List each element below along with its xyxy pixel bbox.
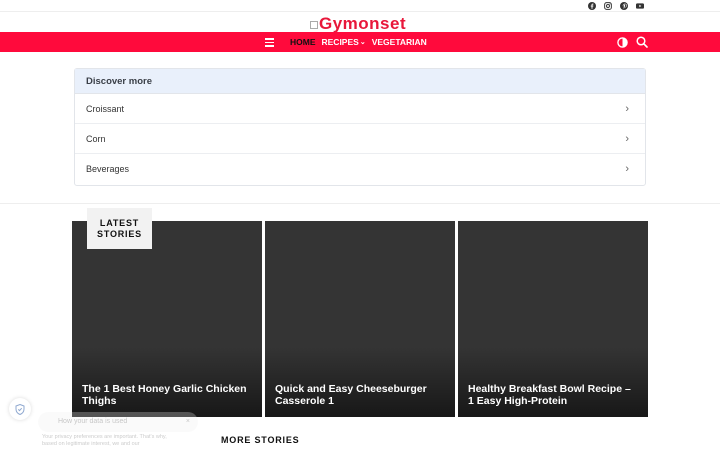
discover-item-croissant[interactable]: Croissant ›	[75, 94, 645, 124]
dark-mode-toggle-icon[interactable]	[616, 36, 628, 48]
menu-icon[interactable]	[265, 38, 274, 47]
more-stories-heading: MORE STORIES	[221, 435, 300, 445]
privacy-text: Your privacy preferences are important. …	[42, 434, 167, 447]
chevron-right-icon: ›	[625, 163, 629, 175]
logo-text: Gymonset	[319, 14, 407, 32]
story-title[interactable]: Quick and Easy Cheeseburger Casserole 1	[275, 383, 445, 407]
privacy-title: How your data is used	[38, 412, 198, 432]
discover-more-box: Discover more Croissant › Corn › Beverag…	[74, 68, 646, 186]
discover-more-title: Discover more	[75, 69, 645, 94]
discover-item-corn[interactable]: Corn ›	[75, 124, 645, 154]
chevron-down-icon: ⌄	[359, 39, 366, 46]
instagram-icon[interactable]	[604, 2, 612, 10]
discover-item-label: Croissant	[86, 103, 125, 114]
discover-item-label: Corn	[86, 133, 106, 144]
chevron-right-icon: ›	[625, 132, 629, 145]
chevron-right-icon: ›	[625, 102, 629, 115]
social-links	[588, 0, 644, 12]
section-divider	[0, 203, 720, 204]
site-logo[interactable]: Gymonset	[310, 12, 420, 32]
latest-stories-badge: LATEST STORIES	[87, 208, 152, 249]
story-title[interactable]: Healthy Breakfast Bowl Recipe – 1 Easy H…	[468, 383, 638, 407]
facebook-icon[interactable]	[588, 2, 596, 10]
discover-item-label: Beverages	[86, 164, 130, 174]
pinterest-icon[interactable]	[620, 2, 628, 10]
broken-image-icon	[310, 21, 318, 29]
nav-tools	[616, 36, 648, 48]
privacy-shield-icon[interactable]	[9, 398, 31, 420]
youtube-icon[interactable]	[636, 2, 644, 10]
nav-item-home[interactable]: HOME	[290, 37, 316, 47]
close-icon[interactable]: ×	[186, 412, 190, 432]
privacy-popup[interactable]: How your data is used × Your privacy pre…	[38, 412, 198, 452]
story-card[interactable]: The 1 Best Honey Garlic Chicken Thighs	[72, 221, 262, 417]
nav-item-recipes[interactable]: RECIPES ⌄	[322, 37, 366, 47]
discover-item-beverages[interactable]: Beverages ›	[75, 154, 645, 184]
nav-item-vegetarian[interactable]: VEGETARIAN	[372, 37, 427, 47]
story-title[interactable]: The 1 Best Honey Garlic Chicken Thighs	[82, 383, 252, 407]
search-icon[interactable]	[636, 36, 648, 48]
story-card[interactable]: Healthy Breakfast Bowl Recipe – 1 Easy H…	[458, 221, 648, 417]
top-bar	[0, 0, 720, 12]
nav-menu: HOME RECIPES ⌄ VEGETARIAN	[290, 32, 427, 52]
main-nav: HOME RECIPES ⌄ VEGETARIAN	[0, 32, 720, 52]
story-card[interactable]: Quick and Easy Cheeseburger Casserole 1	[265, 221, 455, 417]
